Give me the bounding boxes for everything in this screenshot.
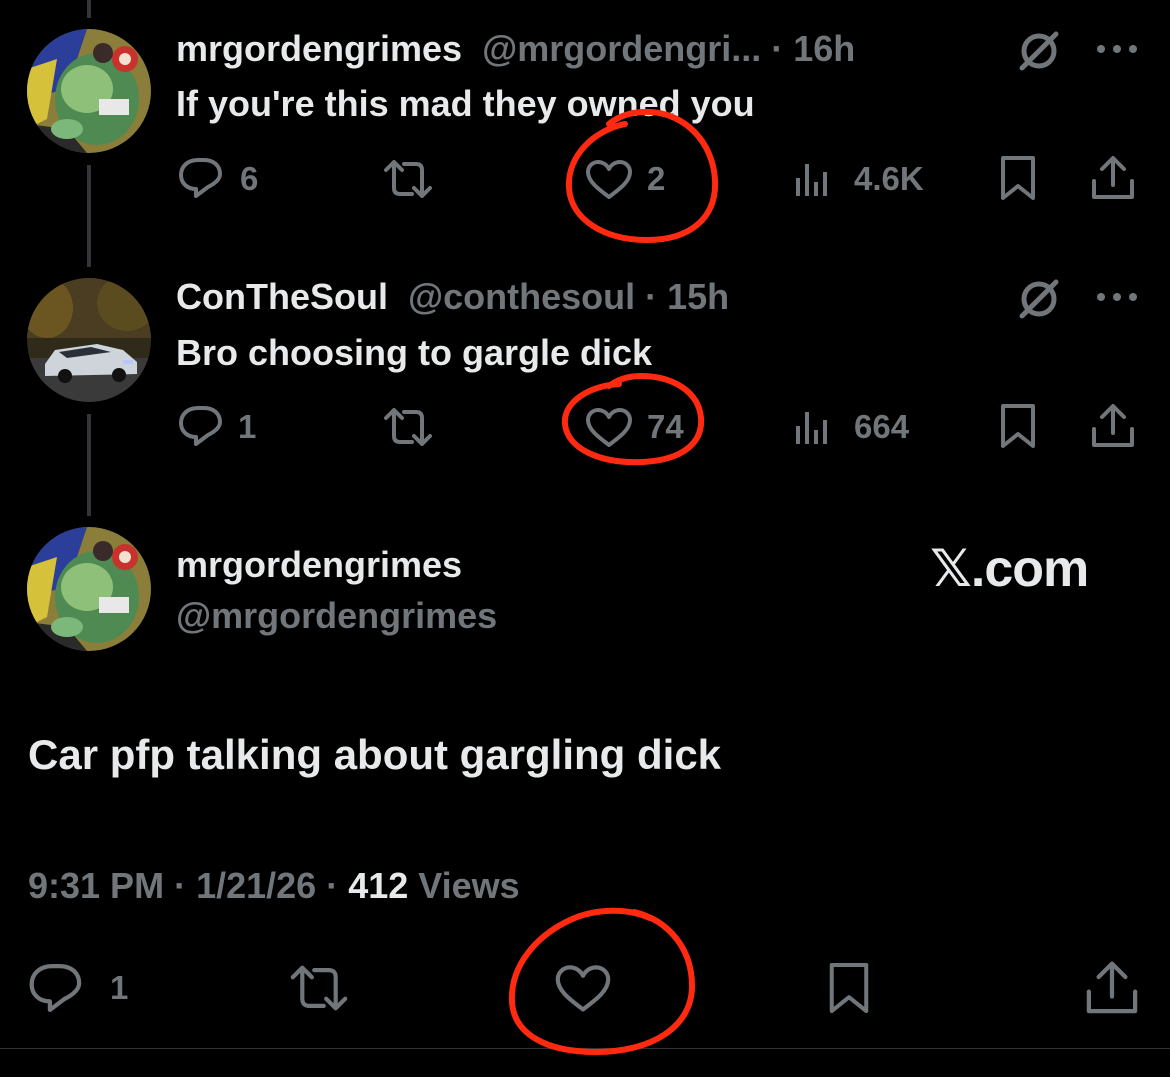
heart-icon[interactable] (585, 408, 633, 448)
separator: · (164, 865, 197, 906)
display-name[interactable]: ConTheSoul (176, 276, 388, 317)
like-count: 2 (647, 160, 666, 197)
like-count: 74 (647, 408, 684, 445)
repost-icon[interactable] (288, 965, 350, 1011)
tweet-header: mrgordengrimes @mrgordengri... · 16h (176, 31, 855, 67)
separator: · (761, 28, 794, 69)
screenshot-page: mrgordengrimes @mrgordengri... · 16h If … (0, 0, 1170, 1077)
thread-line-top (87, 0, 91, 18)
more-icon[interactable] (1096, 44, 1138, 54)
grok-icon[interactable] (1016, 276, 1062, 322)
reply-icon[interactable] (178, 405, 224, 447)
views-icon[interactable] (794, 162, 834, 198)
reply-count: 6 (240, 160, 259, 197)
heart-icon[interactable] (554, 965, 612, 1013)
time[interactable]: 9:31 PM (28, 865, 164, 906)
reply-count: 1 (110, 969, 129, 1006)
reply-count: 1 (238, 408, 257, 445)
bookmark-icon[interactable] (998, 403, 1038, 449)
separator: · (316, 865, 349, 906)
separator: · (635, 276, 668, 317)
x-watermark: 𝕏.com (930, 540, 1089, 598)
avatar[interactable] (27, 527, 151, 651)
tweet-text: If you're this mad they owned you (176, 83, 755, 124)
reply-icon[interactable] (28, 962, 84, 1014)
share-icon[interactable] (1090, 403, 1136, 449)
views-label: Views (408, 865, 520, 906)
timestamp[interactable]: 15h (667, 276, 729, 317)
avatar[interactable] (27, 278, 151, 402)
heart-icon[interactable] (585, 160, 633, 200)
views-icon[interactable] (794, 410, 834, 446)
grok-icon[interactable] (1016, 28, 1062, 74)
date[interactable]: 1/21/26 (196, 865, 316, 906)
repost-icon[interactable] (382, 408, 434, 446)
display-name[interactable]: mrgordengrimes (176, 547, 462, 583)
views-count: 412 (348, 865, 409, 906)
timestamp[interactable]: 16h (793, 28, 855, 69)
divider (0, 1048, 1170, 1049)
share-icon[interactable] (1084, 960, 1140, 1016)
share-icon[interactable] (1090, 155, 1136, 201)
reply-icon[interactable] (178, 157, 224, 199)
display-name[interactable]: mrgordengrimes (176, 28, 462, 69)
more-icon[interactable] (1096, 292, 1138, 302)
tweet-text: Bro choosing to gargle dick (176, 332, 653, 373)
tweet-header: ConTheSoul @conthesoul · 15h (176, 279, 729, 315)
thread-line-2 (87, 414, 91, 516)
thread-line-1 (87, 165, 91, 267)
handle[interactable]: @mrgordengrimes (176, 598, 497, 634)
bookmark-icon[interactable] (998, 155, 1038, 201)
view-count: 664 (854, 408, 910, 445)
tweet-text: Car pfp talking about gargling dick (28, 731, 722, 778)
handle[interactable]: @conthesoul (408, 276, 635, 317)
bookmark-icon[interactable] (826, 960, 872, 1016)
tweet-timestamp: 9:31 PM · 1/21/26 · 412 Views (28, 868, 520, 904)
view-count: 4.6K (854, 160, 924, 197)
avatar[interactable] (27, 29, 151, 153)
handle[interactable]: @mrgordengri... (482, 28, 761, 69)
repost-icon[interactable] (382, 160, 434, 198)
